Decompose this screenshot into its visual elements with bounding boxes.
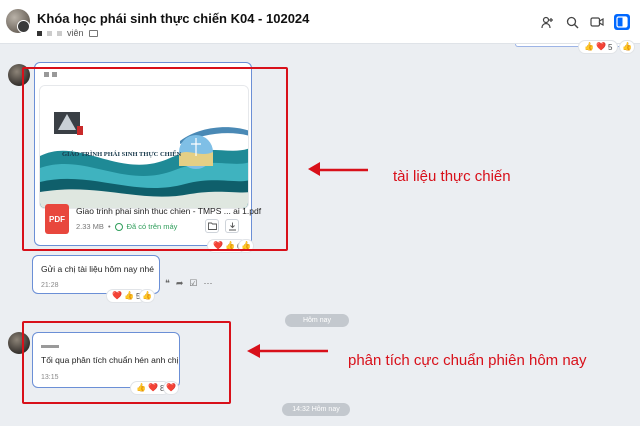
chat-header: Khóa học phái sinh thực chiến K04 - 1020…: [0, 0, 640, 44]
video-call-icon[interactable]: [589, 14, 605, 30]
thumbs-up-icon: 👍: [584, 42, 594, 51]
share-icon[interactable]: ➦: [176, 278, 184, 289]
add-reaction-button[interactable]: 👍: [139, 289, 155, 303]
date-separator: Hôm nay: [285, 314, 349, 327]
search-icon[interactable]: [564, 14, 580, 30]
thumbs-up-icon: 👍: [123, 291, 134, 300]
annotation-label: phân tích cực chuẩn phiên hôm nay: [348, 352, 587, 369]
message-actions: ❝ ➦ ☑ ⋯: [165, 278, 212, 289]
thumbs-up-outline-icon: 👍: [622, 42, 632, 51]
highlight-box: [22, 321, 231, 404]
member-avatar-mini: [47, 30, 52, 36]
assign-task-icon[interactable]: ☑: [189, 278, 197, 289]
reaction-summary[interactable]: 👍 ❤️ 5: [578, 40, 619, 54]
member-label: viên: [67, 28, 84, 38]
message-time: 21:28: [41, 282, 59, 289]
message-text: Gửi a chị tài liệu hôm nay nhé: [41, 264, 154, 274]
chat-title[interactable]: Khóa học phái sinh thực chiến K04 - 1020…: [37, 11, 309, 26]
member-info[interactable]: viên: [37, 27, 98, 39]
left-arrow-icon: [247, 344, 328, 358]
text-message[interactable]: Gửi a chị tài liệu hôm nay nhé 21:28: [32, 255, 160, 294]
group-avatar[interactable]: [6, 9, 30, 33]
add-reaction-button[interactable]: 👍: [619, 40, 635, 54]
reaction-count: 5: [607, 42, 613, 52]
thumbs-up-outline-icon: 👍: [142, 291, 152, 300]
tag-icon[interactable]: [88, 29, 98, 37]
header-toolbar: [539, 14, 630, 30]
annotation-label: tài liệu thực chiến: [393, 168, 511, 185]
sidebar-toggle-icon[interactable]: [614, 14, 630, 30]
member-avatar-mini: [37, 30, 42, 36]
heart-icon: ❤️: [112, 291, 122, 300]
more-options-icon[interactable]: ⋯: [203, 278, 212, 289]
add-member-icon[interactable]: [539, 14, 555, 30]
left-arrow-icon: [308, 162, 368, 176]
member-avatar-mini: [57, 30, 62, 36]
heart-icon: ❤️: [595, 42, 606, 51]
quote-icon[interactable]: ❝: [165, 278, 170, 289]
date-separator: 14:32 Hôm nay: [282, 403, 350, 416]
highlight-box: [22, 67, 288, 251]
